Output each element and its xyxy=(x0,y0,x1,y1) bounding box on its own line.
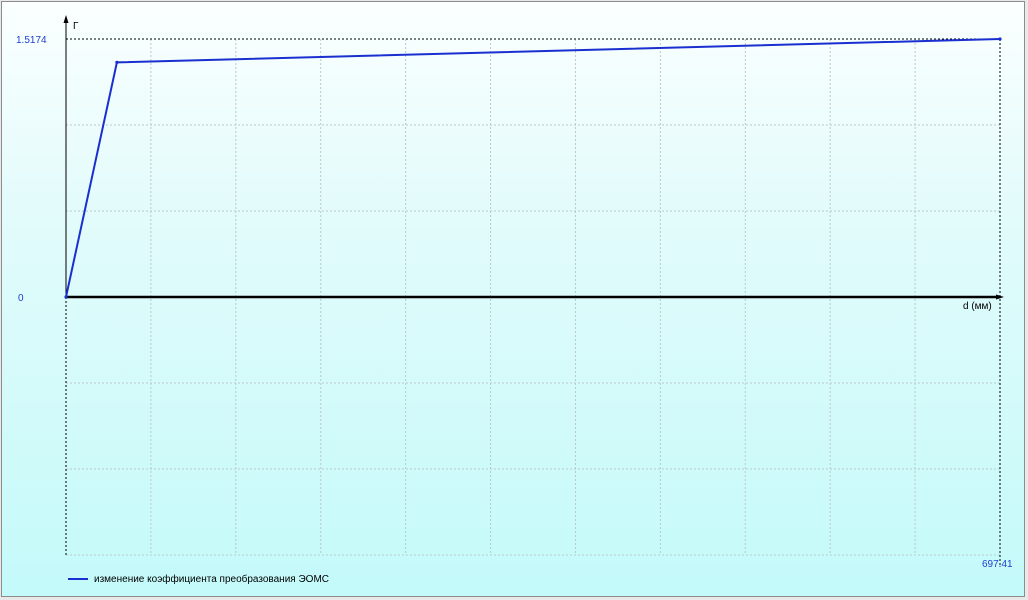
legend-swatch xyxy=(68,578,88,580)
data-point xyxy=(115,60,119,64)
chart-canvas: Г d (мм) 1.5174 0 697.41 xyxy=(16,15,1013,570)
y-axis-arrow-icon xyxy=(63,15,69,23)
data-point xyxy=(998,37,1002,41)
x-max-tick-label: 697.41 xyxy=(982,559,1013,570)
chart-frame: Г d (мм) 1.5174 0 697.41 изменение коэфф… xyxy=(1,1,1025,597)
legend: изменение коэффициента преобразования ЭО… xyxy=(68,571,329,587)
y-axis-label: Г xyxy=(73,21,79,32)
series-line xyxy=(65,38,1001,298)
data-point xyxy=(64,295,68,299)
x-axis-label: d (мм) xyxy=(963,301,992,312)
legend-series-label: изменение коэффициента преобразования ЭО… xyxy=(94,573,329,585)
y-max-tick-label: 1.5174 xyxy=(16,35,47,46)
y-zero-tick-label: 0 xyxy=(18,293,24,304)
